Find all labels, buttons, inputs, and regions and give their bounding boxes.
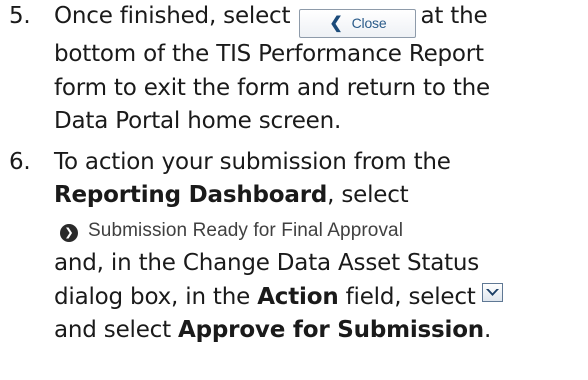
step-body: Once finished, select ❮ Close at the botto… bbox=[54, 0, 584, 139]
step-text: Once finished, select bbox=[54, 3, 291, 29]
action-dropdown-button[interactable] bbox=[481, 282, 503, 302]
step-text: at the bbox=[420, 3, 488, 29]
instruction-steps: 5. Once finished, select ❮ Close at the bo… bbox=[0, 0, 588, 348]
bold-term-approve: Approve for Submission bbox=[178, 317, 484, 343]
submission-ready-link[interactable]: ❯ Submission Ready for Final Approval bbox=[54, 219, 404, 242]
step-text: . bbox=[483, 317, 492, 343]
step-line: Data Portal home screen. bbox=[54, 108, 342, 134]
step-text: and select bbox=[54, 317, 171, 343]
close-button-label: Close bbox=[351, 15, 387, 31]
submission-ready-label: Submission Ready for Final Approval bbox=[88, 219, 404, 241]
step-line: and, in the Change Data Asset Status bbox=[54, 250, 480, 276]
step-line: Reporting Dashboard, select bbox=[54, 179, 584, 213]
circle-arrow-right-icon: ❯ bbox=[60, 223, 78, 242]
step-5: 5. Once finished, select ❮ Close at the bo… bbox=[0, 0, 588, 139]
step-text: , select bbox=[327, 182, 409, 208]
step-body: To action your submission from the Repor… bbox=[54, 146, 584, 348]
step-line: Once finished, select ❮ Close at the bbox=[54, 0, 584, 38]
step-line: bottom of the TIS Performance Report bbox=[54, 41, 484, 67]
step-line: To action your submission from the bbox=[54, 148, 451, 175]
step-line: dialog box, in the Action field, select bbox=[54, 281, 584, 315]
step-text: field, select bbox=[345, 283, 476, 310]
close-button[interactable]: ❮ Close bbox=[299, 9, 417, 38]
step-number: 5. bbox=[9, 3, 31, 29]
bold-term-action: Action bbox=[257, 283, 339, 310]
step-number: 6. bbox=[9, 148, 31, 175]
step-line: ❯ Submission Ready for Final Approval bbox=[54, 213, 584, 248]
bold-term-reporting-dashboard: Reporting Dashboard bbox=[54, 182, 328, 208]
step-line: form to exit the form and return to the bbox=[54, 74, 490, 101]
chevron-left-icon: ❮ bbox=[329, 15, 343, 32]
step-text: dialog box, in the bbox=[54, 283, 251, 310]
chevron-down-icon bbox=[485, 288, 499, 296]
step-6: 6. To action your submission from the Re… bbox=[0, 146, 588, 348]
step-line: and select Approve for Submission. bbox=[54, 314, 584, 348]
